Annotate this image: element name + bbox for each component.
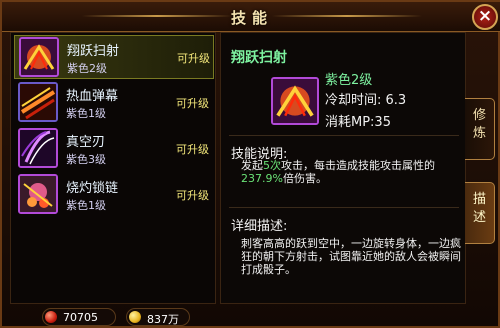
upgrade-label: 可升级	[176, 143, 209, 156]
skill-name: 热血弹幕	[66, 89, 119, 104]
skill-list: 翔跃扫射 紫色2级 可升级 热血弹幕 紫色1级 可升级 真空刃 紫色3级 可升级…	[10, 32, 216, 304]
skill-name: 烧灼锁链	[66, 181, 119, 196]
skill-detail-panel: 翔跃扫射 紫色2级 冷却时间: 6.3 消耗MP:35 技能说明: 发起5次攻击…	[220, 32, 466, 304]
cooldown-text: 冷却时间: 6.3	[325, 93, 407, 108]
hit-count: 5次	[263, 159, 281, 172]
gold-coin-icon	[129, 311, 141, 323]
divider	[229, 135, 459, 136]
divider	[229, 207, 459, 208]
desc-part: 倍伤害。	[282, 172, 327, 185]
window-title: 技能	[230, 9, 273, 27]
gold-currency-value: 837万	[147, 313, 179, 326]
upgrade-label: 可升级	[177, 52, 210, 65]
detail-description-text: 刺客高高的跃到空中，一边旋转身体，一边疯狂的朝下方射击，试图靠近她的敌人会被瞬间…	[241, 237, 461, 276]
skill-grade: 紫色1级	[66, 107, 106, 120]
upgrade-label: 可升级	[176, 189, 209, 202]
skill-description-text: 发起5次攻击，每击造成技能攻击属性的 237.9%倍伤害。	[241, 159, 461, 185]
detail-description-title: 详细描述:	[231, 219, 288, 234]
red-currency: 70705	[42, 308, 116, 326]
flying-strafe-skill-icon	[271, 77, 319, 125]
mp-cost-text: 消耗MP:35	[325, 115, 391, 130]
skill-name: 翔跃扫射	[67, 44, 120, 59]
close-icon: ×	[477, 6, 493, 26]
skill-item-3[interactable]: 烧灼锁链 紫色1级 可升级	[14, 173, 214, 217]
skill-grade: 紫色1级	[66, 199, 106, 212]
skill-item-2[interactable]: 真空刃 紫色3级 可升级	[14, 127, 214, 171]
skill-grade: 紫色3级	[66, 153, 106, 166]
tab-label: 修炼	[472, 108, 486, 141]
bullet-barrage-skill-icon	[18, 82, 58, 122]
detail-skill-grade: 紫色2级	[325, 73, 373, 88]
skill-item-1[interactable]: 热血弹幕 紫色1级 可升级	[14, 81, 214, 125]
red-gem-icon	[45, 311, 57, 323]
skill-grade: 紫色2级	[67, 62, 107, 75]
upgrade-label: 可升级	[176, 97, 209, 110]
tab-description[interactable]: 描述	[465, 182, 495, 244]
flying-strafe-skill-icon	[19, 37, 59, 77]
skill-item-0[interactable]: 翔跃扫射 紫色2级 可升级	[14, 35, 214, 79]
detail-skill-name: 翔跃扫射	[231, 50, 287, 66]
desc-part: 发起	[241, 159, 263, 172]
gold-currency: 837万	[126, 308, 190, 326]
vacuum-blade-skill-icon	[18, 128, 58, 168]
desc-part: 攻击，每击造成技能攻击属性的	[281, 159, 435, 172]
title-bar: 技能 ×	[2, 2, 500, 32]
burning-chain-skill-icon	[18, 174, 58, 214]
red-currency-value: 70705	[63, 311, 98, 324]
tab-train[interactable]: 修炼	[465, 98, 495, 160]
damage-percent: 237.9%	[241, 172, 283, 185]
skill-name: 真空刃	[66, 135, 106, 150]
title-ornament-right	[272, 15, 422, 17]
skill-window: 技能 × 翔跃扫射 紫色2级 可升级 热血弹幕 紫色1级 可升级 真空刃 紫色3…	[0, 0, 500, 328]
close-button[interactable]: ×	[472, 4, 498, 30]
tab-label: 描述	[472, 192, 486, 225]
